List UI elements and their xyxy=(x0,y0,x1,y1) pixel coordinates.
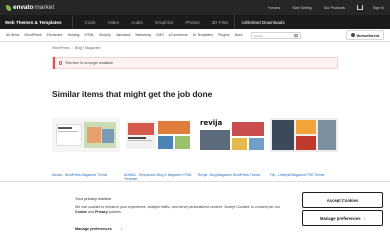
themeforest-label: themeforest xyxy=(356,32,380,38)
subnav-more[interactable]: More xyxy=(235,33,243,37)
logo-text: envato xyxy=(13,4,34,11)
manage-preferences-link[interactable]: Manage preferences xyxy=(75,227,112,231)
subnav-shopify[interactable]: Shopify xyxy=(99,33,111,37)
manage-preferences-button[interactable]: Manage preferences › xyxy=(302,210,383,226)
forums-link[interactable]: Forums xyxy=(268,6,280,10)
similar-item-card[interactable]: revija Revija - Blog/Magazine WordPress … xyxy=(198,118,266,177)
item-thumbnail[interactable] xyxy=(124,118,192,152)
alert-accent-bar xyxy=(53,57,55,69)
cookie-description: We use cookies to enhance your experienc… xyxy=(75,205,290,215)
breadcrumb-separator: / xyxy=(71,46,73,50)
subnav-html[interactable]: HTML xyxy=(85,33,95,37)
search-placeholder: Search xyxy=(253,33,264,38)
cookie-policy-link[interactable]: Cookie xyxy=(75,210,87,214)
category-video[interactable]: Video xyxy=(108,20,120,25)
cookie-text-main: We use cookies to enhance your experienc… xyxy=(75,205,281,209)
themeforest-icon xyxy=(350,33,355,37)
category-code[interactable]: Code xyxy=(85,20,96,25)
breadcrumb: WordPress / Blog / Magazine xyxy=(52,46,101,50)
breadcrumb-wordpress[interactable]: WordPress xyxy=(52,46,70,50)
top-bar: envato market Forums Start Selling Our P… xyxy=(0,0,390,15)
similar-item-card[interactable]: ADMAG - Responsive Blog & Magazine HTML … xyxy=(124,118,192,182)
chevron-right-icon: › xyxy=(121,227,123,231)
category-graphics[interactable]: Graphics xyxy=(155,20,173,25)
category-web-themes[interactable]: Web Themes & Templates xyxy=(5,20,62,25)
chevron-right-icon: › xyxy=(363,215,365,221)
search-input[interactable]: Search xyxy=(250,31,301,39)
subnav-ui-templates[interactable]: UI Templates xyxy=(193,33,213,37)
accept-cookies-button[interactable]: Accept Cookies xyxy=(302,192,383,208)
subnav-wordpress[interactable]: WordPress xyxy=(24,33,41,37)
category-3d-files[interactable]: 3D Files xyxy=(212,20,229,25)
accept-cookies-label: Accept Cookies xyxy=(326,197,359,203)
category-divider xyxy=(71,15,73,29)
subnav-ecommerce[interactable]: eCommerce xyxy=(169,33,188,37)
subnav-marketing[interactable]: Marketing xyxy=(136,33,151,37)
category-bar: Web Themes & Templates Code Video Audio … xyxy=(0,15,390,29)
thumbnail-logo-text: revija xyxy=(200,119,223,127)
themeforest-badge[interactable]: themeforest xyxy=(346,30,384,40)
item-thumbnail[interactable] xyxy=(52,118,120,152)
item-thumbnail[interactable]: revija xyxy=(198,118,266,152)
item-title[interactable]: Revija - Blog/Magazine WordPress Theme xyxy=(198,173,266,177)
unavailable-alert: This item is no longer available xyxy=(52,57,338,69)
item-thumbnail[interactable] xyxy=(270,118,338,152)
similar-items-heading: Similar items that might get the job don… xyxy=(52,89,213,99)
item-title[interactable]: Flip - Lifestyle/Magazine PSD Theme xyxy=(270,173,338,177)
cookie-text-and: and xyxy=(87,209,94,214)
envato-leaf-icon xyxy=(6,4,11,11)
cart-icon[interactable] xyxy=(356,5,363,10)
subnav-elementor[interactable]: Elementor xyxy=(47,33,63,37)
item-title[interactable]: Newsit - WordPress Magazine Theme xyxy=(52,173,120,177)
sub-nav: All Items WordPress Elementor Hosting HT… xyxy=(0,29,390,42)
category-divider xyxy=(234,15,236,29)
sign-in-link[interactable]: Sign In xyxy=(373,6,384,10)
similar-item-card[interactable]: Flip - Lifestyle/Magazine PSD Theme xyxy=(270,118,338,177)
manage-preferences-label: Manage preferences xyxy=(320,215,361,221)
envato-logo[interactable]: envato market xyxy=(6,4,54,11)
search-icon[interactable] xyxy=(294,33,298,38)
subnav-cms[interactable]: CMS xyxy=(156,33,164,37)
alert-info-icon xyxy=(58,61,62,65)
subnav-jamstack[interactable]: Jamstack xyxy=(116,33,131,37)
subnav-all-items[interactable]: All Items xyxy=(6,33,19,37)
start-selling-link[interactable]: Start Selling xyxy=(292,6,311,10)
cookie-text-policies: policies. xyxy=(108,209,122,214)
cookie-title: Your privacy matters xyxy=(75,196,112,201)
breadcrumb-blog-magazine[interactable]: Blog / Magazine xyxy=(75,46,101,50)
logo-suffix: market xyxy=(34,4,55,11)
category-unlimited-downloads[interactable]: Unlimited Downloads xyxy=(241,20,284,25)
similar-item-card[interactable]: Newsit - WordPress Magazine Theme xyxy=(52,118,120,177)
subnav-hosting[interactable]: Hosting xyxy=(68,33,80,37)
category-photos[interactable]: Photos xyxy=(185,20,199,25)
category-audio[interactable]: Audio xyxy=(131,20,143,25)
our-products-link[interactable]: Our Products xyxy=(324,6,345,10)
privacy-policy-link[interactable]: Privacy xyxy=(95,210,108,214)
top-links: Forums Start Selling Our Products Sign I… xyxy=(256,5,384,10)
alert-message: This item is no longer available xyxy=(65,61,114,65)
subnav-plugins[interactable]: Plugins xyxy=(218,33,229,37)
